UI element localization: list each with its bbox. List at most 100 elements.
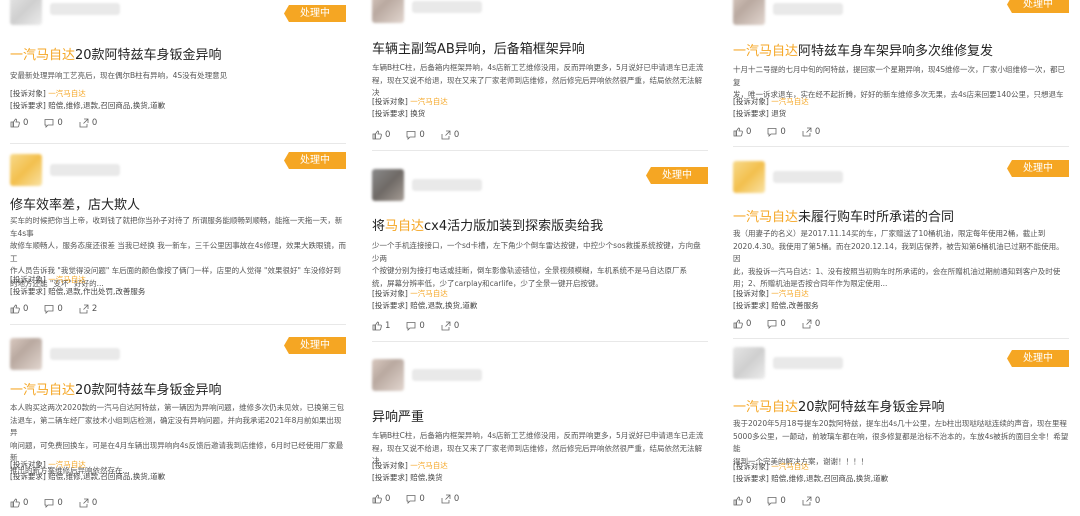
card-actions: 1 0 0 <box>372 321 459 331</box>
comment-icon <box>45 499 54 508</box>
complaint-title[interactable]: 一汽马自达阿特兹车身车架异响多次维修复发 <box>733 40 1069 59</box>
comment-icon <box>407 322 416 331</box>
card-actions: 0 0 0 <box>733 319 820 329</box>
divider <box>372 341 708 342</box>
like-button[interactable]: 0 <box>10 498 28 508</box>
complaint-card[interactable]: 处理中 一汽马自达20款阿特兹车身钣金异响 安最新处理异响工艺亮后，现在偶尔B柱… <box>10 0 346 138</box>
avatar <box>733 347 765 379</box>
complaint-meta: [投诉对象] 一汽马自达 [投诉要求] 换货 <box>372 97 448 118</box>
like-button[interactable]: 1 <box>372 321 390 331</box>
comment-button[interactable]: 0 <box>44 118 63 128</box>
status-badge: 处理中 <box>646 167 708 184</box>
like-button[interactable]: 0 <box>372 130 390 140</box>
complaint-card[interactable]: 处理中 将马自达cx4活力版加装到探索版卖给我 少一个手机连接接口，一个sd卡槽… <box>372 160 708 340</box>
status-badge: 处理中 <box>284 337 346 354</box>
complaint-meta: [投诉对象] 一汽马自达 [投诉要求] 赔偿,退款,换货,道歉 <box>372 289 478 310</box>
avatar <box>733 161 765 193</box>
username-blurred <box>412 1 482 13</box>
share-button[interactable]: 0 <box>441 494 459 504</box>
thumbs-up-icon <box>372 321 382 331</box>
complaint-meta: [投诉对象] 一汽马自达 [投诉要求] 赔偿,换货 <box>372 461 448 482</box>
divider <box>733 338 1069 339</box>
avatar <box>10 154 42 186</box>
share-button[interactable]: 0 <box>79 118 97 128</box>
complaint-description: 安最新处理异响工艺亮后，现在偶尔B柱有异响，4S没有处理意见 <box>10 71 228 80</box>
thumbs-up-icon <box>10 118 20 128</box>
comment-button[interactable]: 0 <box>406 494 425 504</box>
share-button[interactable]: 0 <box>441 321 459 331</box>
share-button[interactable]: 0 <box>441 130 459 140</box>
username-blurred <box>50 348 120 360</box>
comment-button[interactable]: 0 <box>767 496 786 506</box>
share-button[interactable]: 0 <box>802 319 820 329</box>
comment-button[interactable]: 0 <box>767 319 786 329</box>
complaint-title[interactable]: 一汽马自达20款阿特兹车身钣金异响 <box>10 44 346 63</box>
complaint-title[interactable]: 修车效率差，店大欺人 <box>10 194 346 213</box>
comment-button[interactable]: 0 <box>406 321 425 331</box>
like-button[interactable]: 0 <box>372 494 390 504</box>
share-icon <box>79 118 89 128</box>
comment-icon <box>768 128 777 137</box>
complaint-card[interactable]: 处理中 修车效率差，店大欺人 买车的时候把你当上帝，收到钱了就把你当孙子对待了 … <box>10 150 346 320</box>
complaint-title[interactable]: 一汽马自达20款阿特兹车身钣金异响 <box>733 396 1069 415</box>
complaint-card[interactable]: 车辆主副驾AB异响，后备箱框架异响 车辆B柱C柱，后备箱内框架异响，4s店新工艺… <box>372 0 708 150</box>
card-actions: 0 0 0 <box>10 498 97 508</box>
comment-button[interactable]: 0 <box>406 130 425 140</box>
divider <box>10 143 346 144</box>
card-actions: 0 0 0 <box>372 494 459 504</box>
divider <box>372 150 708 151</box>
share-button[interactable]: 2 <box>79 304 97 314</box>
avatar <box>733 0 765 25</box>
comment-button[interactable]: 0 <box>44 304 63 314</box>
complaint-meta: [投诉对象] 一汽马自达 [投诉要求] 退货 <box>733 97 809 118</box>
complaint-description: 少一个手机连接接口，一个sd卡槽，左下角少个倒车雷达按键，中控少个sos救援系统… <box>372 241 701 288</box>
avatar <box>372 359 404 391</box>
complaint-meta: [投诉对象] 一汽马自达 [投诉要求] 赔偿,维修,退款,召回商品,换货,道歉 <box>733 462 889 483</box>
like-button[interactable]: 0 <box>733 319 751 329</box>
share-icon <box>441 130 451 140</box>
complaint-card[interactable]: 处理中 一汽马自达20款阿特兹车身钣金异响 本人购买这两次2020款的一汽马自达… <box>10 334 346 514</box>
complaint-description: 我（用妻子的名义）是2017.11.14买的车，厂家赠送了10桶机油，限定每年使… <box>733 229 1064 288</box>
comment-icon <box>45 305 54 314</box>
thumbs-up-icon <box>372 494 382 504</box>
thumbs-up-icon <box>10 304 20 314</box>
complaint-card[interactable]: 处理中 一汽马自达阿特兹车身车架异响多次维修复发 十月十二号提的七月中旬的阿特兹… <box>733 0 1069 150</box>
complaint-column-3: 处理中 一汽马自达阿特兹车身车架异响多次维修复发 十月十二号提的七月中旬的阿特兹… <box>733 0 1069 513</box>
like-button[interactable]: 0 <box>10 304 28 314</box>
card-actions: 0 0 0 <box>372 130 459 140</box>
comment-icon <box>407 495 416 504</box>
comment-button[interactable]: 0 <box>767 127 786 137</box>
comment-button[interactable]: 0 <box>44 498 63 508</box>
like-button[interactable]: 0 <box>10 118 28 128</box>
username-blurred <box>50 3 120 15</box>
share-button[interactable]: 0 <box>802 127 820 137</box>
card-actions: 0 0 0 <box>10 118 97 128</box>
thumbs-up-icon <box>733 127 743 137</box>
complaint-title[interactable]: 将马自达cx4活力版加装到探索版卖给我 <box>372 215 708 234</box>
share-icon <box>802 127 812 137</box>
complaint-title[interactable]: 异响严重 <box>372 406 708 425</box>
complaint-card[interactable]: 处理中 一汽马自达未履行购车时所承诺的合同 我（用妻子的名义）是2017.11.… <box>733 156 1069 336</box>
divider <box>733 146 1069 147</box>
comment-icon <box>407 131 416 140</box>
like-button[interactable]: 0 <box>733 127 751 137</box>
avatar <box>10 338 42 370</box>
like-button[interactable]: 0 <box>733 496 751 506</box>
avatar <box>10 0 42 25</box>
complaint-title[interactable]: 车辆主副驾AB异响，后备箱框架异响 <box>372 38 708 57</box>
complaint-title[interactable]: 一汽马自达未履行购车时所承诺的合同 <box>733 206 1069 225</box>
share-button[interactable]: 0 <box>802 496 820 506</box>
complaint-card[interactable]: 异响严重 车辆B柱C柱，后备箱内框架异响，4s店新工艺维修没用，反而异响更多，5… <box>372 352 708 512</box>
avatar <box>372 169 404 201</box>
complaint-card[interactable]: 处理中 一汽马自达20款阿特兹车身钣金异响 我于2020年5月18号提车20款阿… <box>733 346 1069 516</box>
status-badge: 处理中 <box>284 5 346 22</box>
share-button[interactable]: 0 <box>79 498 97 508</box>
card-actions: 0 0 0 <box>733 496 820 506</box>
status-badge: 处理中 <box>1007 160 1069 177</box>
username-blurred <box>412 369 482 381</box>
complaint-meta: [投诉对象] 一汽马自达 [投诉要求] 赔偿,退款,作出处罚,改善服务 <box>10 275 146 296</box>
complaint-title[interactable]: 一汽马自达20款阿特兹车身钣金异响 <box>10 379 346 398</box>
thumbs-up-icon <box>733 319 743 329</box>
card-actions: 0 0 2 <box>10 304 97 314</box>
share-icon <box>79 498 89 508</box>
